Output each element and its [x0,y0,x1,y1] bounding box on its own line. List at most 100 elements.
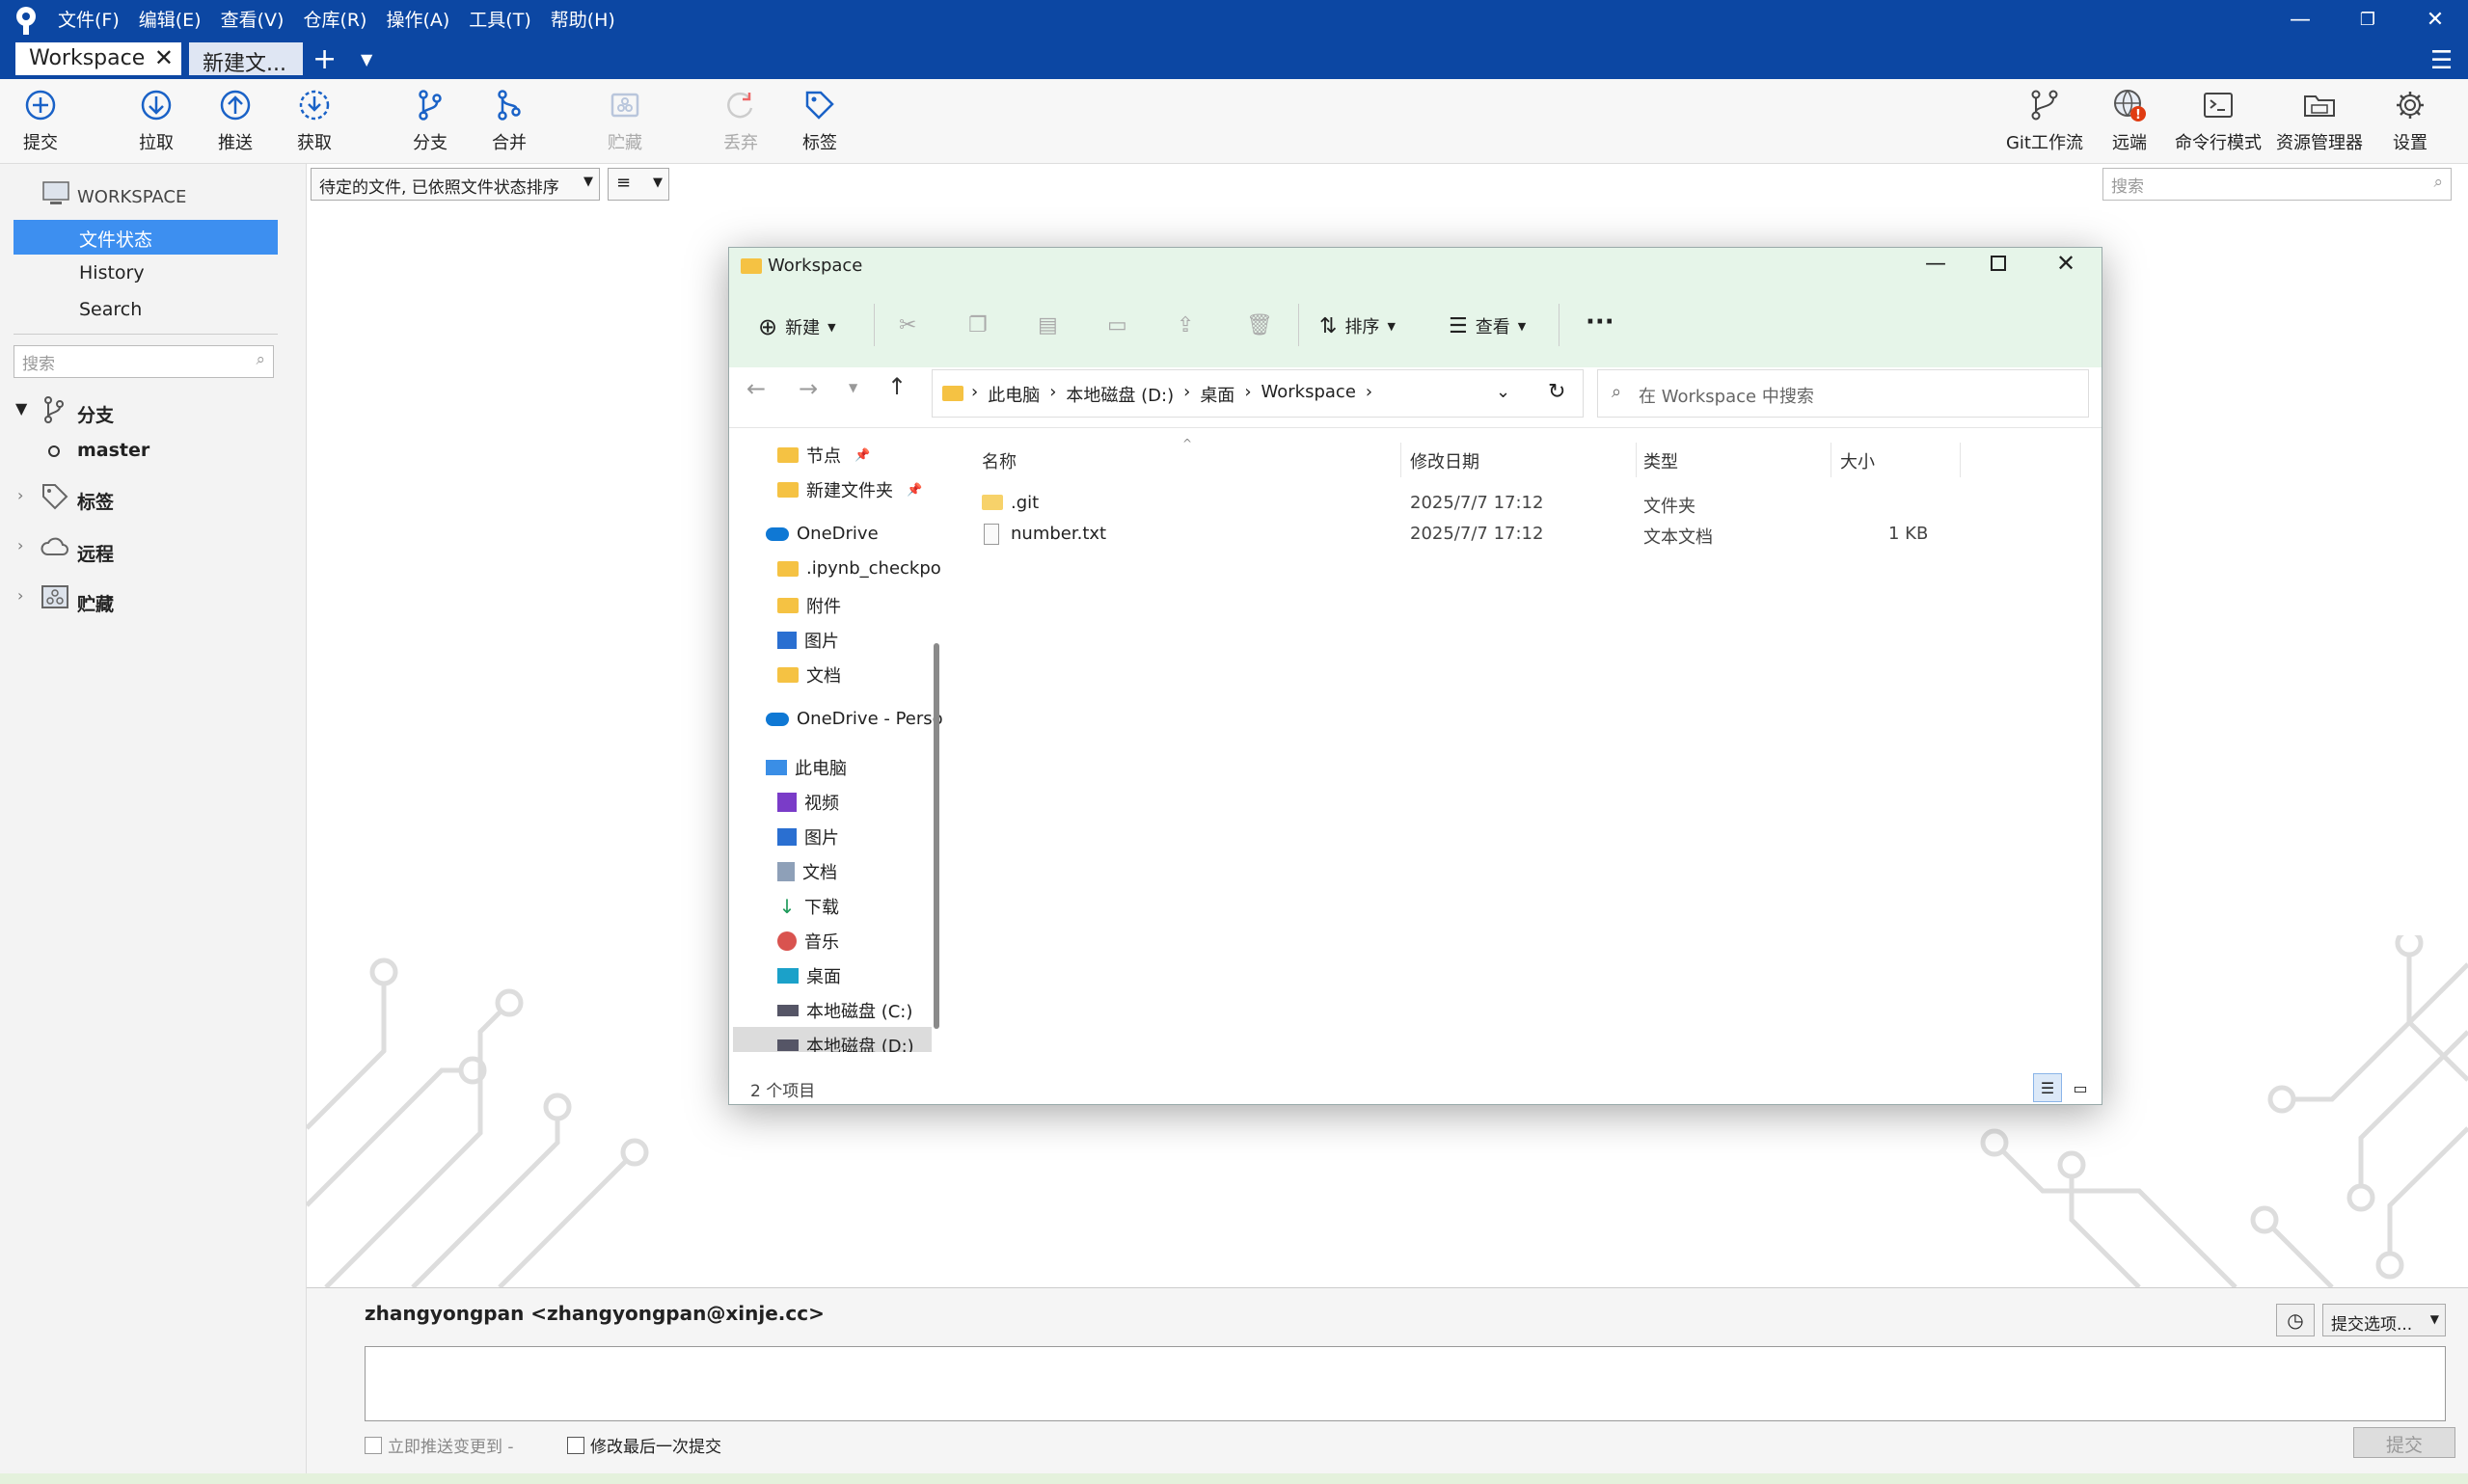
hamburger-menu-icon[interactable]: ☰ [2430,46,2453,75]
stash-button[interactable]: 贮藏 [586,87,664,154]
tags-heading[interactable]: 标签 [77,488,114,514]
nav-item-drive-c[interactable]: 本地磁盘 (C:) [777,998,912,1023]
nav-item-drive-d[interactable]: 本地磁盘 (D:) [777,1033,914,1052]
file-explorer-button[interactable]: 资源管理器 [2266,87,2373,154]
share-icon[interactable]: ⇪ [1177,313,1194,337]
commit-options-dropdown[interactable]: 提交选项... ▼ [2322,1304,2446,1336]
tiles-view-icon[interactable]: ▭ [2066,1073,2095,1102]
paste-icon[interactable]: ▤ [1038,313,1058,337]
cut-icon[interactable]: ✂ [899,313,916,337]
push-now-checkbox[interactable]: 立即推送变更到 - [365,1433,514,1457]
amend-checkbox[interactable]: 修改最后一次提交 [567,1433,721,1457]
sort-button[interactable]: ⇅ 排序 ▼ [1319,313,1396,338]
tag-button[interactable]: 标签 [781,87,858,154]
menu-file[interactable]: 文件(F) [58,6,120,32]
new-button[interactable]: ⊕ 新建 ▼ [758,313,836,340]
chevron-right-icon[interactable]: › [17,486,23,504]
nav-item-attachments[interactable]: 附件 [777,593,841,618]
fetch-button[interactable]: 获取 [276,87,353,154]
menu-edit[interactable]: 编辑(E) [139,6,202,32]
file-filter-dropdown[interactable]: 待定的文件, 已依照文件状态排序 ▼ [311,168,600,201]
nav-item-documents[interactable]: 文档 [777,662,841,688]
address-bar[interactable]: › 此电脑 › 本地磁盘 (D:) › 桌面 › Workspace › ⌄ ↻ [932,369,1584,418]
delete-icon[interactable]: 🗑 [1246,313,1273,337]
view-button[interactable]: ☰ 查看 ▼ [1449,313,1526,338]
nav-item-jiedian[interactable]: 节点 📌 [777,443,870,468]
tab-new-folder[interactable]: 新建文... [189,42,303,76]
file-row[interactable]: .git 2025/7/7 17:12 文件夹 [982,491,1960,520]
close-tab-icon[interactable]: ✕ [154,44,174,71]
settings-button[interactable]: 设置 [2372,87,2449,154]
up-arrow-icon[interactable]: ↑ [887,373,907,400]
merge-button[interactable]: 合并 [471,87,548,154]
recent-chevron-icon[interactable]: ▼ [849,381,857,394]
pull-button[interactable]: 拉取 [118,87,195,154]
terminal-button[interactable]: 命令行模式 [2170,87,2266,154]
nav-item-music[interactable]: 音乐 [777,929,839,954]
nav-item-ipynb[interactable]: .ipynb_checkpo [777,558,941,579]
column-type[interactable]: 类型 [1643,448,1678,473]
chevron-right-icon[interactable]: › [17,586,23,605]
nav-item-onedrive-personal[interactable]: OneDrive - Perso [766,709,943,729]
rename-icon[interactable]: ▭ [1107,313,1127,337]
push-button[interactable]: 推送 [197,87,274,154]
nav-item-onedrive[interactable]: OneDrive [766,524,879,544]
branches-heading[interactable]: 分支 [77,401,114,427]
remotes-heading[interactable]: 远程 [77,540,114,566]
tab-workspace[interactable]: Workspace ✕ [15,42,181,75]
back-arrow-icon[interactable]: ← [746,375,766,402]
branch-master[interactable]: master [77,440,149,461]
file-row[interactable]: number.txt 2025/7/7 17:12 文本文档 1 KB [982,522,1960,551]
copy-icon[interactable]: ❐ [968,313,988,337]
nav-item-this-pc[interactable]: 此电脑 [766,755,847,780]
menu-tools[interactable]: 工具(T) [469,6,530,32]
discard-button[interactable]: 丢弃 [702,87,779,154]
menu-action[interactable]: 操作(A) [386,6,449,32]
commit-message-input[interactable] [365,1346,2446,1421]
sidebar-item-file-status[interactable]: 文件状态 [14,220,278,255]
menu-help[interactable]: 帮助(H) [551,6,615,32]
minimize-icon[interactable]: — [1925,252,1946,276]
gitflow-button[interactable]: Git工作流 [1996,87,2093,154]
more-options-icon[interactable]: ··· [1586,308,1614,337]
main-search-input[interactable]: 搜索 ⌕ [2102,168,2452,201]
minimize-button[interactable]: — [2266,0,2334,39]
history-clock-button[interactable]: ◷ [2276,1304,2315,1336]
column-date[interactable]: 修改日期 [1410,448,1479,473]
restore-button[interactable]: ❐ [2334,0,2401,39]
stashes-heading[interactable]: 贮藏 [77,590,114,616]
nav-item-desktop[interactable]: 桌面 [777,963,841,988]
view-mode-dropdown[interactable]: ≡ ▼ [608,168,669,201]
nav-item-pictures[interactable]: 图片 [777,628,839,653]
chevron-right-icon[interactable]: › [17,536,23,554]
sidebar-item-history[interactable]: History [79,262,145,283]
nav-item-videos[interactable]: 视频 [777,790,839,815]
commit-button[interactable]: 提交 [2,87,79,154]
close-window-button[interactable]: ✕ [2401,0,2468,39]
commit-submit-button[interactable]: 提交 [2353,1427,2455,1458]
column-size[interactable]: 大小 [1840,448,1875,473]
maximize-icon[interactable] [1991,256,2006,271]
sidebar-search-input[interactable]: 搜索 ⌕ [14,345,274,378]
breadcrumb-item[interactable]: 本地磁盘 (D:) [1066,382,1174,407]
nav-scrollbar[interactable] [934,643,939,1029]
menu-repository[interactable]: 仓库(R) [303,6,366,32]
sidebar-item-search[interactable]: Search [79,299,142,320]
explorer-search-input[interactable]: ⌕ 在 Workspace 中搜索 [1597,369,2089,418]
column-name[interactable]: 名称 [982,448,1017,473]
breadcrumb-item[interactable]: 此电脑 [988,382,1040,407]
tab-dropdown-icon[interactable]: ▼ [361,50,372,68]
forward-arrow-icon[interactable]: → [799,375,818,402]
nav-item-new-folder[interactable]: 新建文件夹 📌 [777,477,922,502]
remote-button[interactable]: ! 远端 [2091,87,2168,154]
branch-button[interactable]: 分支 [392,87,469,154]
menu-view[interactable]: 查看(V) [221,6,285,32]
nav-item-downloads[interactable]: ↓ 下载 [777,894,839,919]
address-dropdown-icon[interactable]: ⌄ [1496,382,1510,402]
add-tab-icon[interactable]: + [312,42,337,76]
breadcrumb-item[interactable]: 桌面 [1200,382,1234,407]
details-view-icon[interactable]: ☰ [2033,1073,2062,1102]
close-icon[interactable]: ✕ [2056,250,2075,277]
chevron-down-icon[interactable]: ▼ [15,399,27,418]
nav-item-pc-pictures[interactable]: 图片 [777,824,839,850]
